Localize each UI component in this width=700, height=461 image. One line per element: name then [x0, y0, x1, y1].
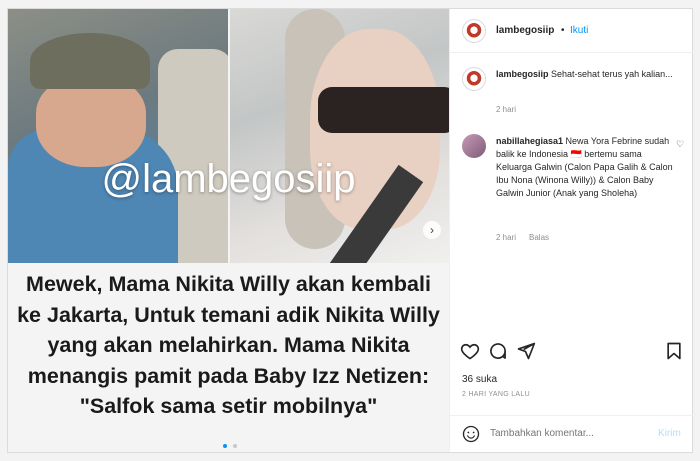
photo-right	[230, 9, 449, 263]
carousel-next-button[interactable]: ›	[423, 221, 441, 239]
comment-input[interactable]	[490, 428, 640, 439]
post-side-panel: lambegosiip • Ikuti lambegosiip Sehat-se…	[449, 9, 694, 452]
like-heart-icon[interactable]	[460, 341, 480, 361]
comment-like-icon[interactable]: ♡	[676, 139, 684, 150]
post-frame: @lambegosiip › Mewek, Mama Nikita Willy …	[7, 8, 694, 453]
commenter-avatar[interactable]	[462, 134, 486, 158]
post-actions	[450, 339, 694, 369]
caption-avatar[interactable]	[462, 67, 486, 91]
comment-username[interactable]: nabillahegiasa1	[496, 136, 563, 146]
comment-time[interactable]: 2 hari	[496, 233, 516, 242]
post-headline: Mewek, Mama Nikita Willy akan kembali ke…	[17, 272, 440, 418]
photo-left	[8, 9, 228, 263]
add-comment-bar: Kirim	[450, 415, 694, 452]
carousel-dot	[233, 444, 238, 448]
header-separator: •	[561, 25, 565, 36]
caption-username[interactable]: lambegosiip	[496, 69, 549, 79]
account-avatar[interactable]	[462, 19, 486, 43]
header-username[interactable]: lambegosiip	[496, 25, 554, 36]
follow-button[interactable]: Ikuti	[570, 25, 588, 36]
watermark-text: @lambegosiip	[101, 157, 356, 201]
caption: lambegosiip Sehat-sehat terus yah kalian…	[496, 68, 684, 81]
carousel-dot-active	[223, 444, 227, 448]
comment: nabillahegiasa1 Newa Yora Febrine sudah …	[496, 135, 674, 200]
comment-bubble-icon[interactable]	[488, 341, 508, 361]
share-send-icon[interactable]	[516, 341, 536, 361]
likes-count[interactable]: 36 suka	[462, 374, 497, 385]
carousel-dots	[222, 435, 238, 452]
post-media[interactable]: @lambegosiip › Mewek, Mama Nikita Willy …	[8, 9, 449, 452]
bookmark-icon[interactable]	[664, 341, 684, 361]
caption-text: Sehat-sehat terus yah kalian...	[551, 69, 673, 79]
post-header: lambegosiip • Ikuti	[450, 9, 694, 53]
comment-reply-button[interactable]: Balas	[529, 233, 549, 242]
caption-time[interactable]: 2 hari	[496, 105, 516, 114]
emoji-icon[interactable]	[462, 425, 480, 443]
post-date[interactable]: 2 HARI YANG LALU	[462, 391, 530, 398]
send-comment-button[interactable]: Kirim	[658, 428, 681, 439]
